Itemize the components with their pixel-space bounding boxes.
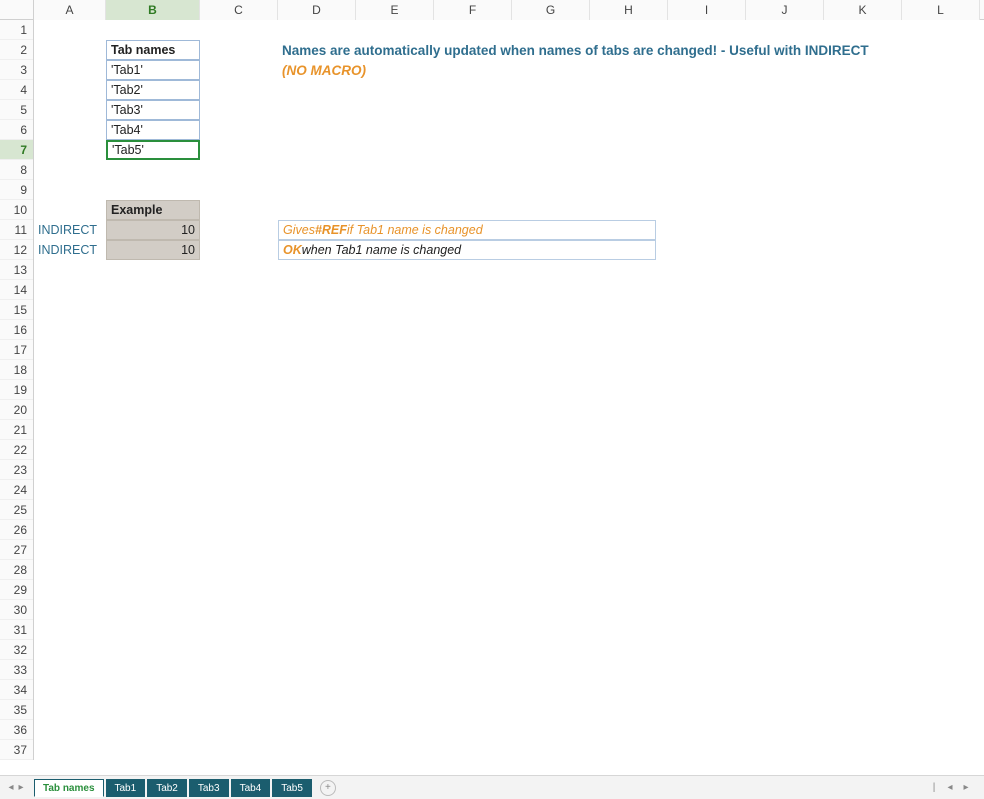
row-header-17[interactable]: 17 [0,340,33,360]
row-header-11[interactable]: 11 [0,220,33,240]
col-header-E[interactable]: E [356,0,434,20]
row-header-2[interactable]: 2 [0,40,33,60]
row-header-37[interactable]: 37 [0,740,33,760]
row-header-24[interactable]: 24 [0,480,33,500]
cell-b11-value[interactable]: 10 [106,220,200,240]
row-header-12[interactable]: 12 [0,240,33,260]
sheet-tab-2[interactable]: Tab2 [147,779,187,797]
row-header-6[interactable]: 6 [0,120,33,140]
sheet-tab-1[interactable]: Tab1 [106,779,146,797]
col-header-C[interactable]: C [200,0,278,20]
row-header-31[interactable]: 31 [0,620,33,640]
row-header-32[interactable]: 32 [0,640,33,660]
row-header-5[interactable]: 5 [0,100,33,120]
row-header-29[interactable]: 29 [0,580,33,600]
cell-tab5-selected[interactable]: 'Tab5' [106,140,200,160]
row-header-14[interactable]: 14 [0,280,33,300]
col-header-J[interactable]: J [746,0,824,20]
cell-tabnames-header[interactable]: Tab names [106,40,200,60]
row-header-23[interactable]: 23 [0,460,33,480]
row-header-18[interactable]: 18 [0,360,33,380]
cells[interactable]: Tab names 'Tab1' 'Tab2' 'Tab3' 'Tab4' 'T… [34,20,984,775]
row-header-7[interactable]: 7 [0,140,33,160]
row-header-19[interactable]: 19 [0,380,33,400]
note1-suffix: if Tab1 name is changed [347,223,483,237]
note-row-2[interactable]: OK when Tab1 name is changed [278,240,656,260]
sheet-tab-active[interactable]: Tab names [34,779,104,797]
cell-tab2[interactable]: 'Tab2' [106,80,200,100]
col-header-F[interactable]: F [434,0,512,20]
row-header-13[interactable]: 13 [0,260,33,280]
cell-a12-label[interactable]: INDIRECT [34,240,106,260]
row-header-4[interactable]: 4 [0,80,33,100]
col-header-A[interactable]: A [34,0,106,20]
tab-scroll-right-icon[interactable]: ▸ [16,781,26,795]
note1-accent: #REF [315,223,347,237]
row-header-34[interactable]: 34 [0,680,33,700]
sheet-tab-3[interactable]: Tab3 [189,779,229,797]
worksheet-tab-bar: ◂ ▸ Tab names Tab1 Tab2 Tab3 Tab4 Tab5 +… [0,775,984,799]
sheet-tab-5[interactable]: Tab5 [272,779,312,797]
column-headers: A B C D E F G H I J K L [34,0,984,20]
row-header-15[interactable]: 15 [0,300,33,320]
headline-text: Names are automatically updated when nam… [278,40,978,60]
nav-right-icon[interactable]: ▸ [960,781,972,795]
cell-a11-label[interactable]: INDIRECT [34,220,106,240]
spreadsheet-area: A B C D E F G H I J K L 1234567891011121… [0,0,984,775]
sheet-tab-4[interactable]: Tab4 [231,779,271,797]
cell-tab1[interactable]: 'Tab1' [106,60,200,80]
select-all-corner[interactable] [0,0,34,20]
cell-tab4[interactable]: 'Tab4' [106,120,200,140]
col-header-K[interactable]: K [824,0,902,20]
row-header-9[interactable]: 9 [0,180,33,200]
nav-bar-icon[interactable]: | [928,781,940,795]
row-header-3[interactable]: 3 [0,60,33,80]
row-header-26[interactable]: 26 [0,520,33,540]
row-header-8[interactable]: 8 [0,160,33,180]
note2-suffix: when Tab1 name is changed [302,243,461,257]
row-headers: 1234567891011121314151617181920212223242… [0,20,34,760]
add-sheet-button[interactable]: + [320,780,336,796]
row-header-10[interactable]: 10 [0,200,33,220]
col-header-D[interactable]: D [278,0,356,20]
col-header-I[interactable]: I [668,0,746,20]
col-header-H[interactable]: H [590,0,668,20]
note2-accent: OK [283,243,302,257]
row-header-16[interactable]: 16 [0,320,33,340]
tab-nav-controls: | ◂ ▸ [926,781,984,795]
subheadline-text: (NO MACRO) [278,60,578,80]
row-header-1[interactable]: 1 [0,20,33,40]
row-header-28[interactable]: 28 [0,560,33,580]
cell-example-header[interactable]: Example [106,200,200,220]
tab-scroll-left-icon[interactable]: ◂ [6,781,16,795]
row-header-36[interactable]: 36 [0,720,33,740]
col-header-B[interactable]: B [106,0,200,20]
row-header-20[interactable]: 20 [0,400,33,420]
row-header-21[interactable]: 21 [0,420,33,440]
col-header-G[interactable]: G [512,0,590,20]
row-header-22[interactable]: 22 [0,440,33,460]
cell-b12-value[interactable]: 10 [106,240,200,260]
note1-prefix: Gives [283,223,315,237]
row-header-25[interactable]: 25 [0,500,33,520]
cell-tab3[interactable]: 'Tab3' [106,100,200,120]
row-header-35[interactable]: 35 [0,700,33,720]
row-header-33[interactable]: 33 [0,660,33,680]
row-header-30[interactable]: 30 [0,600,33,620]
col-header-L[interactable]: L [902,0,980,20]
nav-left-icon[interactable]: ◂ [944,781,956,795]
note-row-1[interactable]: Gives #REF if Tab1 name is changed [278,220,656,240]
row-header-27[interactable]: 27 [0,540,33,560]
